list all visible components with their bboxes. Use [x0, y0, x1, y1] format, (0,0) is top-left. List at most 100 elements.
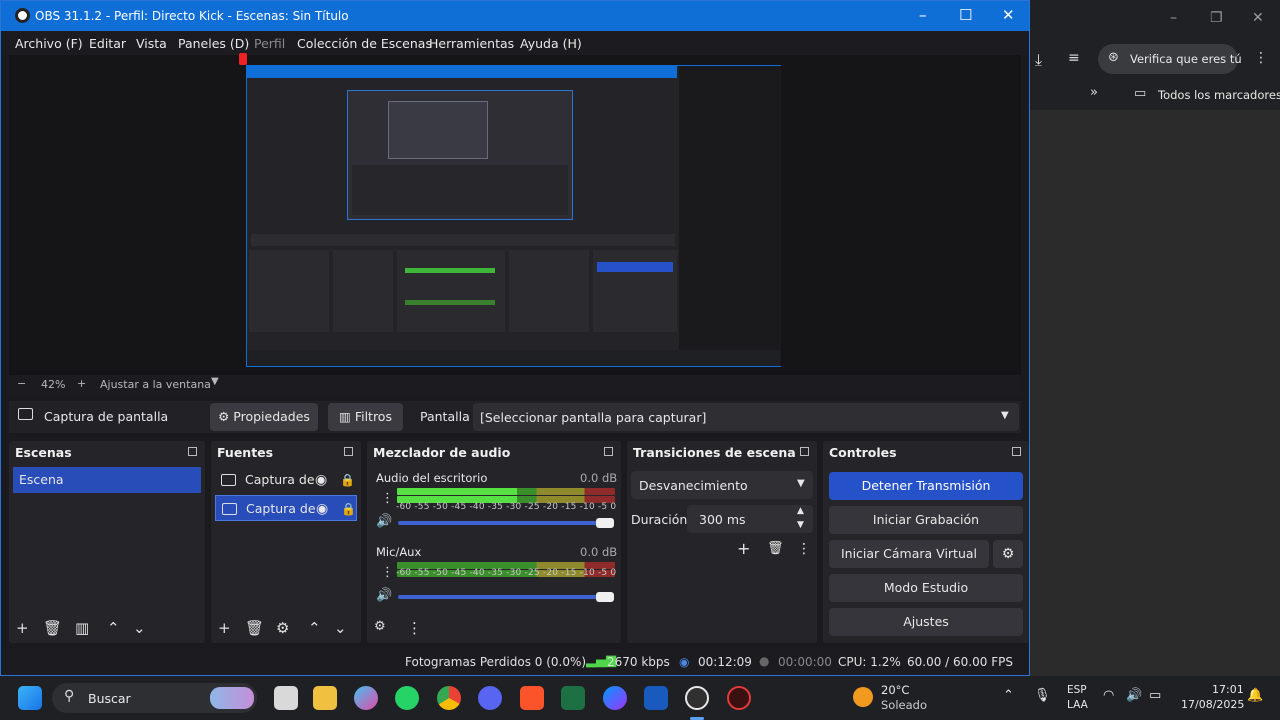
- media-queue-icon[interactable]: ≡: [1068, 50, 1080, 66]
- volume-slider[interactable]: [398, 521, 608, 525]
- start-virtual-camera-button[interactable]: Iniciar Cámara Virtual: [829, 540, 989, 568]
- menu-editar[interactable]: Editar: [89, 36, 126, 51]
- lock-icon[interactable]: 🔒: [341, 496, 356, 522]
- channel-menu-icon[interactable]: ⋮: [381, 565, 394, 580]
- undock-icon[interactable]: [604, 447, 613, 456]
- taskbar-search[interactable]: ⚲ Buscar: [52, 683, 257, 713]
- menu-paneles[interactable]: Paneles (D): [178, 36, 249, 51]
- transition-menu-icon[interactable]: ⋮: [797, 541, 811, 557]
- volume-slider[interactable]: [398, 595, 608, 599]
- move-down-icon[interactable]: ⌄: [334, 619, 347, 637]
- clock-time[interactable]: 17:01: [1212, 683, 1244, 696]
- properties-button[interactable]: ⚙ Propiedades: [210, 403, 318, 431]
- browser-minimize-icon[interactable]: –: [1170, 10, 1177, 26]
- screen-select[interactable]: [Seleccionar pantalla para capturar] ▼: [473, 403, 1019, 431]
- volume-slider-handle[interactable]: [596, 592, 614, 602]
- maximize-button[interactable]: ☐: [959, 6, 972, 24]
- all-bookmarks-link[interactable]: Todos los marcadores: [1158, 88, 1280, 102]
- zoom-out-button[interactable]: −: [17, 377, 26, 390]
- eye-icon[interactable]: ◉: [316, 496, 328, 522]
- filters-button[interactable]: ▥ Filtros: [328, 403, 403, 431]
- menu-archivo[interactable]: Archivo (F): [15, 36, 83, 51]
- discord-icon[interactable]: [478, 686, 502, 710]
- scene-item[interactable]: Escena: [13, 467, 201, 493]
- menu-ayuda[interactable]: Ayuda (H): [520, 36, 582, 51]
- menu-vista[interactable]: Vista: [136, 36, 167, 51]
- add-transition-icon[interactable]: +: [737, 539, 750, 558]
- remove-scene-icon[interactable]: 🗑: [43, 619, 62, 637]
- browser-restore-icon[interactable]: ❐: [1210, 10, 1223, 26]
- minimize-button[interactable]: –: [919, 6, 927, 24]
- zoom-in-button[interactable]: +: [77, 377, 86, 390]
- recorder-icon[interactable]: [727, 686, 751, 710]
- undock-icon[interactable]: [1012, 447, 1021, 456]
- start-recording-button[interactable]: Iniciar Grabación: [829, 506, 1023, 534]
- speaker-icon[interactable]: 🔊: [376, 588, 392, 603]
- verify-identity-chip[interactable]: ⊛ Verifica que eres tú: [1098, 44, 1242, 74]
- studio-mode-button[interactable]: Modo Estudio: [829, 574, 1023, 602]
- scene-filters-icon[interactable]: ▥: [75, 619, 89, 637]
- windows-start-icon[interactable]: [18, 686, 42, 710]
- close-button[interactable]: ✕: [1002, 6, 1015, 24]
- move-up-icon[interactable]: ⌃: [308, 619, 321, 637]
- add-scene-icon[interactable]: +: [16, 619, 29, 637]
- volume-icon[interactable]: 🔊: [1126, 688, 1142, 703]
- settings-button[interactable]: Ajustes: [829, 608, 1023, 636]
- transition-select[interactable]: Desvanecimiento ▼: [631, 471, 813, 499]
- remove-source-icon[interactable]: 🗑: [245, 619, 264, 637]
- language-top[interactable]: ESP: [1067, 684, 1087, 696]
- word-icon[interactable]: [644, 686, 668, 710]
- task-view-icon[interactable]: [274, 686, 298, 710]
- undock-icon[interactable]: [800, 447, 809, 456]
- virtual-camera-settings-icon[interactable]: ⚙: [993, 540, 1023, 568]
- fit-to-window-label[interactable]: Ajustar a la ventana: [100, 378, 211, 391]
- browser-close-icon[interactable]: ✕: [1252, 10, 1264, 26]
- whatsapp-icon[interactable]: [395, 686, 419, 710]
- audio-mixer-dock: Mezclador de audio Audio del escritorio …: [367, 441, 621, 643]
- menu-herramientas[interactable]: Herramientas: [429, 36, 514, 51]
- duration-stepper[interactable]: 300 ms ▲ ▼: [687, 505, 813, 533]
- selected-source-name: Captura de pantalla: [44, 409, 169, 424]
- advanced-audio-icon[interactable]: ⚙: [374, 619, 386, 634]
- chrome-icon[interactable]: [437, 686, 461, 710]
- chevron-down-icon: ▼: [1001, 410, 1009, 421]
- zoom-dropdown-icon[interactable]: ▼: [211, 376, 219, 387]
- source-item[interactable]: Captura de ◉ 🔒: [215, 495, 357, 521]
- mixer-menu-icon[interactable]: ⋮: [407, 619, 422, 637]
- move-down-icon[interactable]: ⌄: [133, 619, 146, 637]
- move-up-icon[interactable]: ⌃: [107, 619, 120, 637]
- chevron-up-icon[interactable]: ▲: [797, 506, 804, 516]
- taskbar: ⚲ Buscar 20°C Soleado ⌃ 🎙 ESP LAA ◠ 🔊 ▭ …: [0, 676, 1280, 720]
- stop-streaming-button[interactable]: Detener Transmisión: [829, 472, 1023, 500]
- download-icon[interactable]: ⤓: [1035, 50, 1042, 70]
- browser-menu-icon[interactable]: ⋮: [1254, 50, 1268, 66]
- eye-icon[interactable]: ◉: [315, 467, 327, 493]
- battery-icon[interactable]: ▭: [1149, 688, 1161, 703]
- source-properties-icon[interactable]: ⚙: [276, 619, 289, 637]
- file-explorer-icon[interactable]: [313, 686, 337, 710]
- undock-icon[interactable]: [344, 447, 353, 456]
- chevron-down-icon[interactable]: ▼: [797, 520, 804, 530]
- wifi-icon[interactable]: ◠: [1103, 688, 1114, 703]
- source-item[interactable]: Captura de ◉ 🔒: [215, 467, 357, 493]
- messenger-icon[interactable]: [603, 686, 627, 710]
- lock-icon[interactable]: 🔒: [340, 467, 355, 493]
- clock-date[interactable]: 17/08/2025: [1181, 698, 1244, 711]
- chevron-right-icon[interactable]: »: [1090, 85, 1098, 100]
- chevron-up-icon[interactable]: ⌃: [1003, 688, 1014, 703]
- menu-coleccion-escenas[interactable]: Colección de Escenas: [297, 36, 432, 51]
- microphone-icon[interactable]: 🎙: [1034, 688, 1051, 703]
- speaker-icon[interactable]: 🔊: [376, 514, 392, 529]
- undock-icon[interactable]: [188, 447, 197, 456]
- excel-icon[interactable]: [561, 686, 585, 710]
- notification-bell-icon[interactable]: 🔔: [1247, 688, 1263, 703]
- brave-icon[interactable]: [520, 686, 544, 710]
- volume-slider-handle[interactable]: [596, 518, 614, 528]
- add-source-icon[interactable]: +: [218, 619, 231, 637]
- remove-transition-icon[interactable]: 🗑: [767, 541, 784, 556]
- obs-taskbar-icon[interactable]: [685, 686, 709, 710]
- copilot-icon[interactable]: [354, 686, 378, 710]
- language-bottom[interactable]: LAA: [1067, 699, 1088, 711]
- menu-perfil[interactable]: Perfil: [254, 36, 285, 51]
- channel-menu-icon[interactable]: ⋮: [381, 491, 394, 506]
